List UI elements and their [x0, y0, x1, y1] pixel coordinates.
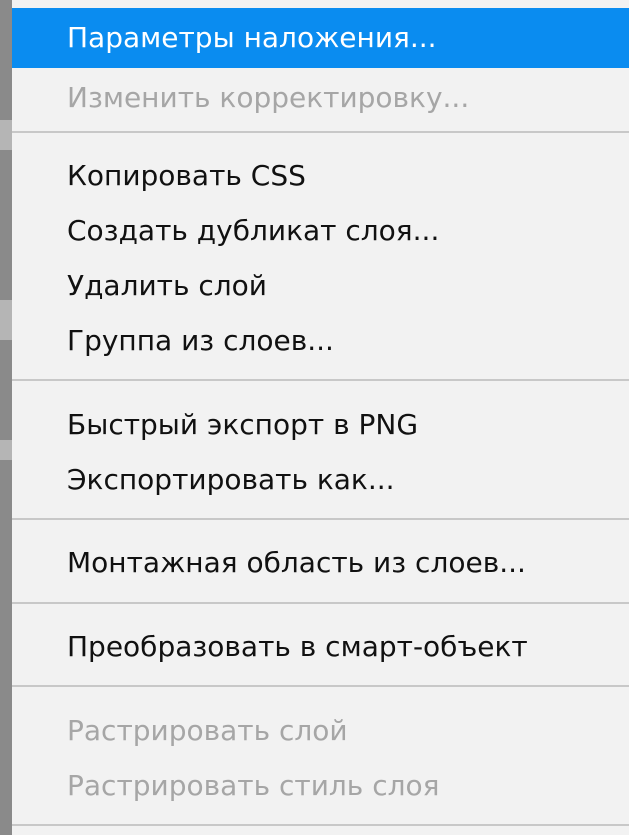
menu-item-quick-export-png[interactable]: Быстрый экспорт в PNG	[12, 395, 629, 455]
menu-item-blending-options[interactable]: Параметры наложения...	[12, 8, 629, 68]
menu-separator	[12, 685, 629, 687]
menu-item-rasterize-layer-style: Растрировать стиль слоя	[67, 769, 440, 802]
menu-item-edit-adjustment: Изменить корректировку...	[67, 81, 470, 114]
menu-item-convert-to-smart-object[interactable]: Преобразовать в смарт-объект	[12, 617, 629, 677]
menu-item-export-as[interactable]: Экспортировать как...	[12, 450, 629, 510]
menu-separator	[12, 602, 629, 604]
menu-item-artboard-from-layers[interactable]: Монтажная область из слоев...	[12, 533, 629, 593]
layer-context-menu: Параметры наложения... Изменить корректи…	[12, 0, 629, 835]
menu-separator	[12, 824, 629, 826]
menu-separator	[12, 518, 629, 520]
menu-item-rasterize-layer: Растрировать слой	[67, 714, 348, 747]
menu-separator	[12, 131, 629, 133]
menu-item-delete-layer[interactable]: Удалить слой	[12, 256, 629, 316]
menu-item-duplicate-layer[interactable]: Создать дубликат слоя...	[12, 201, 629, 261]
menu-item-copy-css[interactable]: Копировать CSS	[12, 146, 629, 206]
menu-item-group-from-layers[interactable]: Группа из слоев...	[12, 311, 629, 371]
menu-separator	[12, 379, 629, 381]
